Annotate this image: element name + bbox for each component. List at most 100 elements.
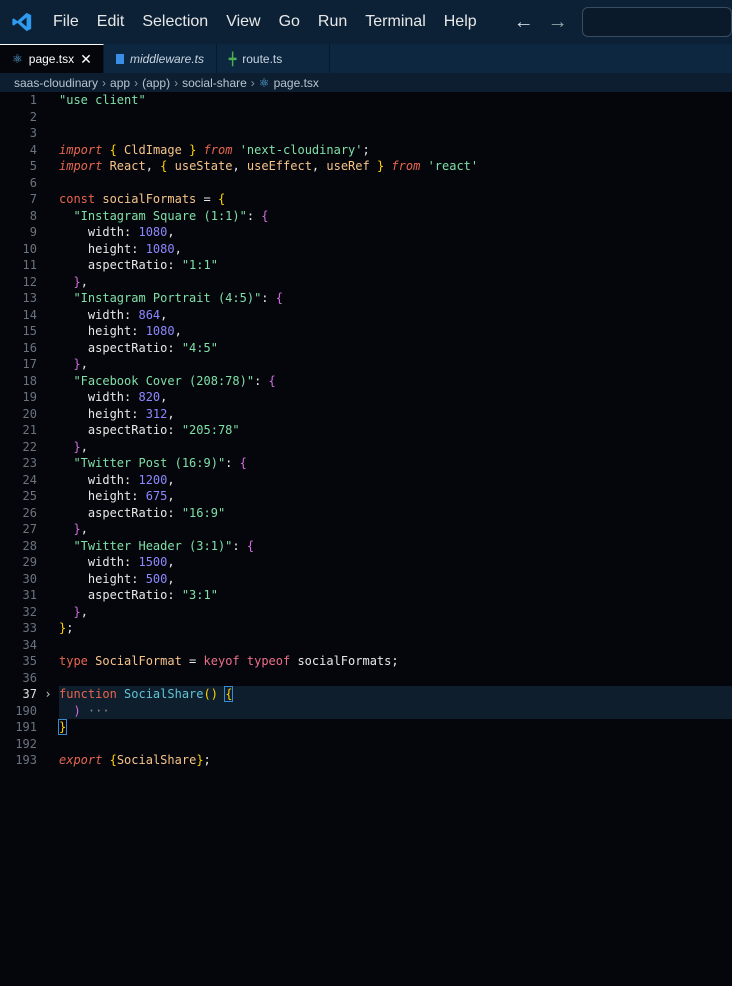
code-token: "3:1" xyxy=(181,588,218,602)
code-line[interactable]: 15 height: 1080, xyxy=(0,323,732,340)
code-line[interactable]: 17 }, xyxy=(0,356,732,373)
fold-chevron-icon[interactable]: › xyxy=(37,686,59,703)
menu-help[interactable]: Help xyxy=(435,13,486,31)
code-line[interactable]: 12 }, xyxy=(0,274,732,291)
code-line[interactable]: 5 import React, { useState, useEffect, us… xyxy=(0,158,732,175)
close-icon[interactable]: ✕ xyxy=(80,51,92,68)
code-token: : xyxy=(246,208,262,223)
gutter xyxy=(37,455,59,472)
forward-arrow-icon[interactable]: → xyxy=(548,11,568,34)
code-line[interactable]: 31 aspectRatio: "3:1" xyxy=(0,587,732,604)
code-token: , xyxy=(232,159,247,173)
code-line[interactable]: 14 width: 864, xyxy=(0,307,732,324)
code-line[interactable]: 16 aspectRatio: "4:5" xyxy=(0,340,732,357)
back-arrow-icon[interactable]: ← xyxy=(514,11,534,34)
gutter xyxy=(37,323,59,340)
menu-terminal[interactable]: Terminal xyxy=(356,13,434,31)
code-content: }; xyxy=(59,620,732,637)
code-line[interactable]: 8 "Instagram Square (1:1)": { xyxy=(0,208,732,225)
code-line[interactable]: 193 export {SocialShare}; xyxy=(0,752,732,769)
code-token: , xyxy=(80,522,88,536)
code-token: 820 xyxy=(138,390,161,404)
menu-go[interactable]: Go xyxy=(270,13,309,31)
line-number: 3 xyxy=(29,126,37,140)
breadcrumb-item[interactable]: page.tsx xyxy=(274,76,319,90)
breadcrumb-item[interactable]: social-share xyxy=(182,76,247,90)
code-content: }, xyxy=(59,274,732,291)
code-content: height: 312, xyxy=(59,406,732,423)
menu-edit[interactable]: Edit xyxy=(88,13,134,31)
code-line[interactable]: 27 }, xyxy=(0,521,732,538)
tab-route-ts[interactable]: ┿ route.ts xyxy=(217,44,330,73)
tab-middleware-ts[interactable]: middleware.ts xyxy=(104,44,217,73)
menu-view[interactable]: View xyxy=(217,13,269,31)
code-line[interactable]: 18 "Facebook Cover (208:78)": { xyxy=(0,373,732,390)
code-line[interactable]: 37 › function SocialShare() { xyxy=(0,686,732,703)
code-line[interactable]: 32 }, xyxy=(0,604,732,621)
code-line[interactable]: 35 type SocialFormat = keyof typeof socia… xyxy=(0,653,732,670)
code-token: { xyxy=(275,291,283,305)
command-center-search[interactable] xyxy=(581,7,732,37)
code-line[interactable]: 1 "use client" xyxy=(0,92,732,109)
tab-page-tsx[interactable]: ⚛ page.tsx ✕ xyxy=(0,44,104,73)
code-token: } xyxy=(73,439,81,454)
code-line[interactable]: 9 width: 1080, xyxy=(0,224,732,241)
code-line[interactable]: 6 xyxy=(0,175,732,192)
code-line[interactable]: 29 width: 1500, xyxy=(0,554,732,571)
gutter xyxy=(37,274,59,291)
code-token: 1080 xyxy=(145,324,175,338)
code-line[interactable]: 36 xyxy=(0,670,732,687)
code-line[interactable]: 190 ) ··· xyxy=(0,702,732,719)
code-line[interactable]: 24 width: 1200, xyxy=(0,472,732,489)
code-line[interactable]: 191} xyxy=(0,719,732,736)
menu-run[interactable]: Run xyxy=(309,13,356,31)
breadcrumb-item[interactable]: app xyxy=(110,76,130,90)
breadcrumb-item[interactable]: saas-cloudinary xyxy=(14,76,98,90)
menu-selection[interactable]: Selection xyxy=(133,13,217,31)
code-line[interactable]: 11 aspectRatio: "1:1" xyxy=(0,257,732,274)
code-line[interactable]: 19 width: 820, xyxy=(0,389,732,406)
breadcrumb-item[interactable]: (app) xyxy=(142,76,170,90)
code-token: , xyxy=(160,307,168,322)
code-token: socialFormats; xyxy=(290,654,399,668)
code-line[interactable]: 13 "Instagram Portrait (4:5)": { xyxy=(0,290,732,307)
code-line[interactable]: 22 }, xyxy=(0,439,732,456)
code-line[interactable]: 23 "Twitter Post (16:9)": { xyxy=(0,455,732,472)
code-content: width: 1500, xyxy=(59,554,732,571)
code-token: , xyxy=(145,159,161,173)
code-line[interactable]: 30 height: 500, xyxy=(0,571,732,588)
code-line[interactable]: 20 height: 312, xyxy=(0,406,732,423)
gutter xyxy=(37,406,59,423)
code-token: "1:1" xyxy=(181,258,218,272)
breadcrumb: saas-cloudinary › app › (app) › social-shar… xyxy=(0,73,732,92)
gutter xyxy=(37,488,59,505)
code-line[interactable]: 192 xyxy=(0,736,732,753)
line-number: 5 xyxy=(29,159,37,173)
code-line[interactable]: 34 xyxy=(0,637,732,654)
gutter xyxy=(37,224,59,241)
code-line[interactable]: 28 "Twitter Header (3:1)": { xyxy=(0,538,732,555)
code-content xyxy=(59,670,732,687)
line-number: 2 xyxy=(29,109,37,124)
code-line[interactable]: 4 import { CldImage } from 'next-cloudina… xyxy=(0,142,732,159)
code-token: } xyxy=(73,357,81,371)
code-token: , xyxy=(311,159,327,173)
code-content: width: 1200, xyxy=(59,472,732,489)
code-line[interactable]: 10 height: 1080, xyxy=(0,241,732,258)
code-line[interactable]: 21 aspectRatio: "205:78" xyxy=(0,422,732,439)
code-editor[interactable]: 1 "use client" 2 3 4 import { CldImage } from… xyxy=(0,92,732,769)
code-line[interactable]: 25 height: 675, xyxy=(0,488,732,505)
route-icon: ┿ xyxy=(229,51,237,66)
code-line[interactable]: 33}; xyxy=(0,620,732,637)
code-line[interactable]: 7 const socialFormats = { xyxy=(0,191,732,208)
menu-file[interactable]: File xyxy=(44,13,88,31)
code-content: "Instagram Portrait (4:5)": { xyxy=(59,290,732,307)
code-line[interactable]: 2 xyxy=(0,109,732,126)
code-token: height: xyxy=(59,324,146,338)
code-line[interactable]: 26 aspectRatio: "16:9" xyxy=(0,505,732,522)
code-line[interactable]: 3 xyxy=(0,125,732,142)
